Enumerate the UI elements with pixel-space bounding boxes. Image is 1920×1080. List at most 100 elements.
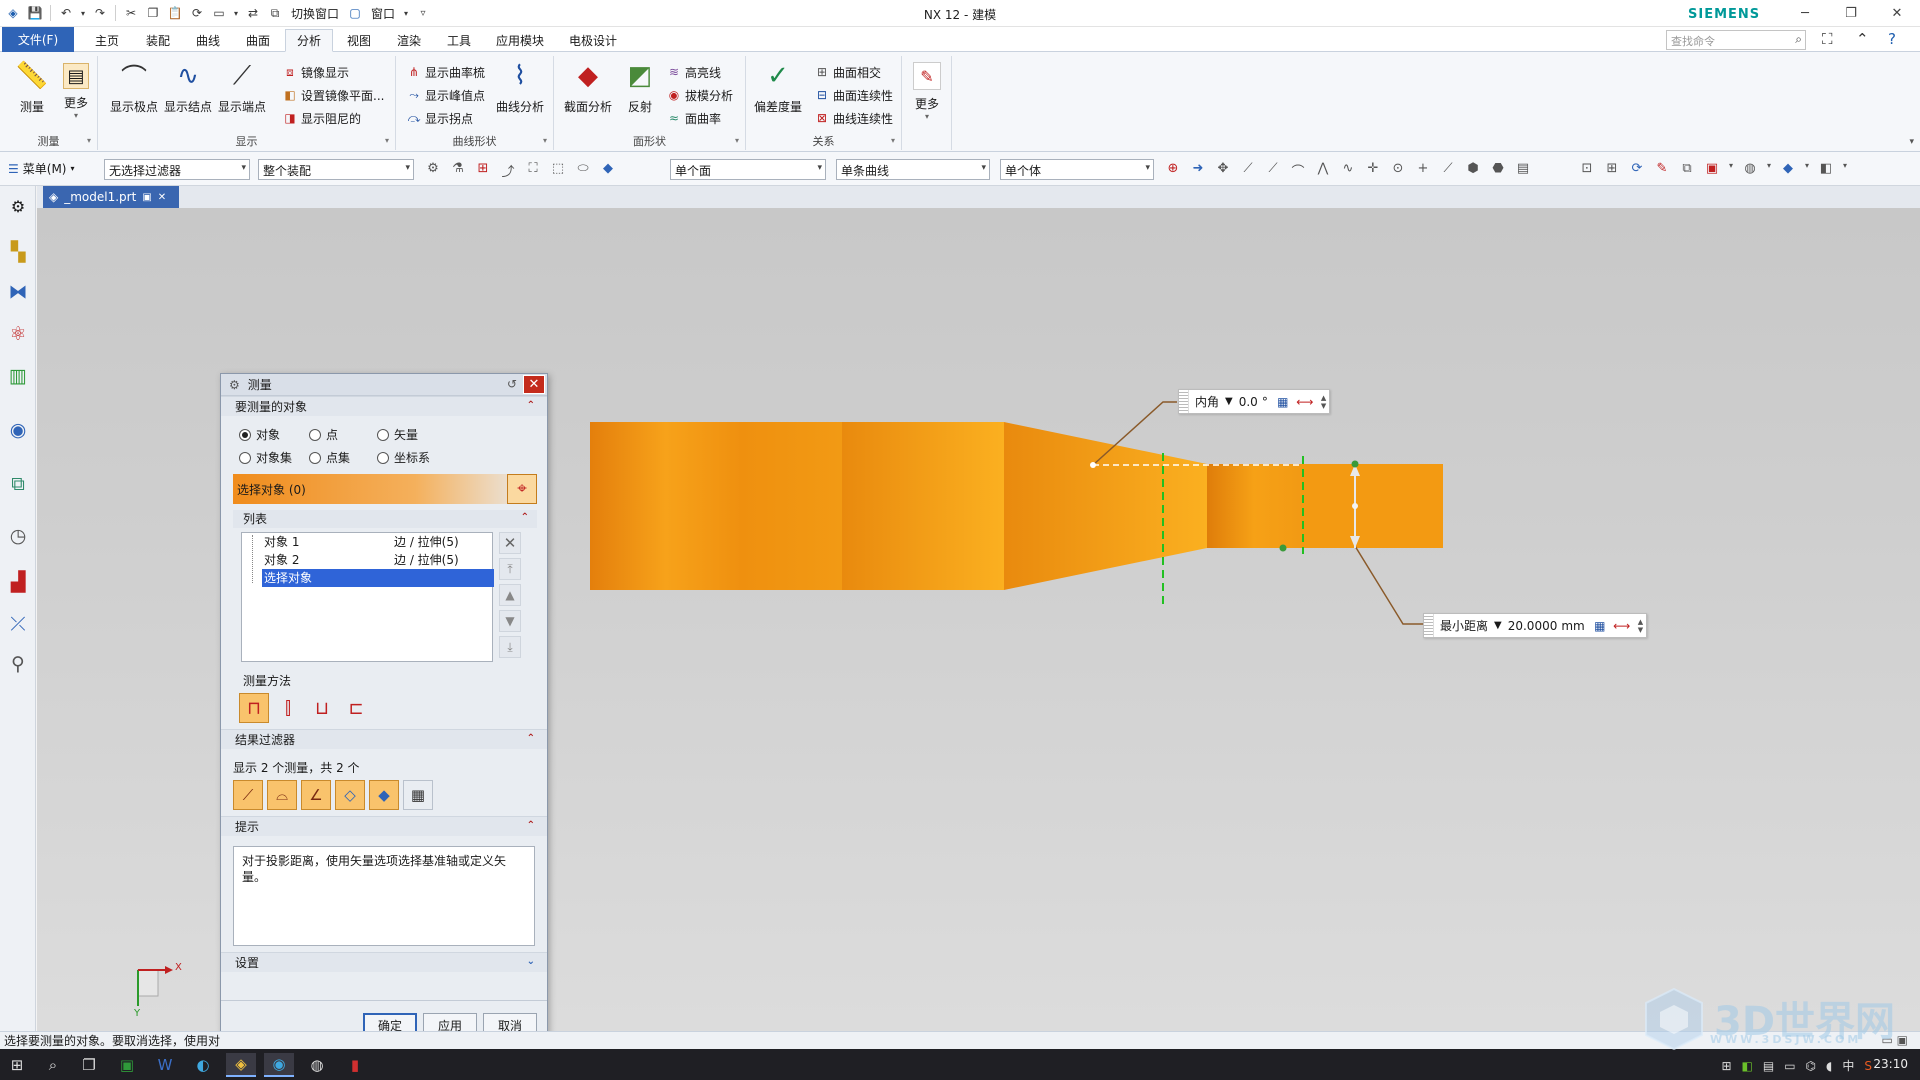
part-taper-face[interactable] — [1004, 422, 1207, 590]
window-icon[interactable]: ▢ — [346, 4, 364, 22]
history-icon[interactable]: ⧉ — [6, 470, 30, 498]
undo-icon[interactable]: ↶ — [57, 4, 75, 22]
word-icon[interactable]: W — [150, 1053, 180, 1077]
part-small-face[interactable] — [1207, 464, 1301, 548]
show-knots-button[interactable]: ∿ 显示结点 — [164, 59, 212, 115]
window-menu-button[interactable]: 窗口 — [368, 5, 398, 22]
pan-icon[interactable]: ✎ — [1653, 161, 1671, 176]
associative-icon[interactable]: ▦ — [1274, 393, 1292, 411]
clock-icon[interactable]: ◷ — [6, 522, 30, 550]
part-navigator-icon[interactable]: ⚛ — [6, 320, 30, 348]
objects-section-header[interactable]: 要测量的对象 ⌃ — [221, 396, 547, 416]
close-icon[interactable]: ✕ — [523, 375, 545, 394]
command-search-input[interactable]: 查找命令 ⌕ — [1666, 30, 1806, 50]
copy-icon[interactable]: ❐ — [144, 4, 162, 22]
tab-view[interactable]: 视图 — [336, 29, 382, 52]
switch-window-icon[interactable]: ⧉ — [266, 4, 284, 22]
distance-method-icon[interactable]: ⊓ — [239, 693, 269, 723]
part-transition-face[interactable] — [842, 422, 1004, 590]
tab-surface[interactable]: 曲面 — [235, 29, 281, 52]
spline-point-icon[interactable]: ∿ — [1339, 161, 1357, 180]
fit-icon[interactable]: ⊡ — [1578, 161, 1596, 176]
render-style-icon[interactable]: ▣ — [1703, 161, 1721, 176]
endpoint-icon[interactable]: ⟋ — [1264, 161, 1282, 180]
layer-dropdown-icon[interactable]: ▾ — [1842, 161, 1848, 176]
tab-render[interactable]: 渲染 — [386, 29, 432, 52]
crosshair-icon[interactable]: ⌖ — [507, 474, 537, 504]
angle-dimension-label[interactable]: 内角 ▼ 0.0 ° ▦ ⟷ ▲ ▼ — [1178, 389, 1331, 414]
radio-object[interactable]: 对象 — [239, 426, 309, 443]
tab-tools[interactable]: 工具 — [436, 29, 482, 52]
dialog-title-bar[interactable]: ⚙ 测量 ↺ ✕ — [221, 374, 547, 396]
measure-icon[interactable]: ⟷ — [1613, 617, 1631, 635]
show-peaks-button[interactable]: ⤳ 显示峰值点 — [406, 85, 485, 105]
app-icon[interactable]: ◍ — [302, 1053, 332, 1077]
intersection-icon[interactable]: ✛ — [1364, 161, 1382, 180]
switch-window-button[interactable]: 切换窗口 — [288, 5, 342, 22]
close-tab-icon[interactable]: ✕ — [158, 192, 166, 203]
feature-select-icon[interactable]: ⛶ — [524, 161, 542, 180]
swap-window-icon[interactable]: ⇄ — [244, 4, 262, 22]
clock[interactable]: 23:10 — [1873, 1057, 1908, 1071]
restore-icon[interactable]: ❐ — [1828, 0, 1874, 27]
search-icon[interactable]: ⌕ — [38, 1053, 68, 1077]
network-icon[interactable]: ⌬ — [1806, 1059, 1816, 1073]
shaded-icon[interactable]: ◆ — [1779, 161, 1797, 176]
set-mirror-plane-button[interactable]: ◧ 设置镜像平面... — [282, 85, 384, 105]
lasso-icon[interactable]: ⬭ — [574, 161, 592, 180]
distance-filter-icon[interactable]: ⟋ — [233, 780, 263, 810]
on-face-icon[interactable]: ⬢ — [1464, 161, 1482, 180]
tray-icon[interactable]: ⊞ — [1721, 1059, 1731, 1073]
render-dropdown-icon[interactable]: ▾ — [1728, 161, 1734, 176]
face-continuity-button[interactable]: ⊟ 曲面连续性 — [814, 85, 893, 105]
tab-file[interactable]: 文件(F) — [2, 27, 74, 52]
curve-analysis-button[interactable]: ⌇ 曲线分析 — [496, 59, 544, 115]
on-curve-icon[interactable]: ⟋ — [1439, 161, 1457, 180]
part-block-face[interactable] — [590, 422, 842, 590]
move-top-icon[interactable]: ⤒ — [499, 558, 521, 580]
cut-icon[interactable]: ✂ — [122, 4, 140, 22]
tab-electrode-design[interactable]: 电极设计 — [558, 29, 628, 52]
help-icon[interactable]: ? — [1888, 30, 1896, 48]
type-filter-select[interactable]: 无选择过滤器 ▾ — [104, 159, 250, 180]
terminal-icon[interactable]: ▮ — [340, 1053, 370, 1077]
hint-section-header[interactable]: 提示 ⌃ — [221, 816, 547, 836]
curve-rule-select[interactable]: 单条曲线 ▾ — [836, 159, 990, 180]
measure-icon[interactable]: ⟷ — [1296, 393, 1314, 411]
drag-handle[interactable] — [1424, 614, 1434, 637]
projected-distance-icon[interactable]: ⫿ — [273, 693, 303, 723]
minimize-icon[interactable]: ─ — [1782, 0, 1828, 27]
document-tab[interactable]: ◈ _model1.prt ▣ ✕ — [43, 186, 179, 208]
arrow-icon[interactable]: ➜ — [1189, 161, 1207, 180]
add-icon[interactable]: ⤴ — [499, 161, 517, 180]
rectangle-select-icon[interactable]: ⬚ — [549, 161, 567, 180]
line-icon[interactable]: ⟋ — [1239, 161, 1257, 180]
radio-point[interactable]: 点 — [309, 426, 377, 443]
spinner-icon[interactable]: ▲ ▼ — [1635, 618, 1646, 634]
reuse-library-icon[interactable]: ▥ — [6, 362, 30, 390]
search-icon[interactable]: ⌕ — [1795, 32, 1802, 47]
face-curvature-button[interactable]: ≈ 面曲率 — [666, 108, 721, 128]
view-triad-icon[interactable]: ◍ — [1741, 161, 1759, 176]
zoom-icon[interactable]: ⊞ — [1603, 161, 1621, 176]
move-up-icon[interactable]: ▲ — [499, 584, 521, 606]
qq-icon[interactable]: ◉ — [264, 1053, 294, 1077]
snap-enable-icon[interactable]: ⊕ — [1164, 161, 1182, 180]
measure-button[interactable]: 📏 测量 — [8, 59, 56, 115]
nvidia-icon[interactable]: ◧ — [1742, 1059, 1753, 1073]
tab-applications[interactable]: 应用模块 — [485, 29, 555, 52]
full-screen-icon[interactable]: ⛶ — [1822, 30, 1833, 48]
draft-analysis-button[interactable]: ◉ 拔模分析 — [666, 85, 733, 105]
radio-csys[interactable]: 坐标系 — [377, 449, 467, 466]
show-poles-button[interactable]: ⌒ 显示极点 — [110, 59, 158, 115]
minimize-ribbon-icon[interactable]: ⌃ — [1856, 30, 1869, 48]
nx-logo-icon[interactable]: ◈ — [4, 4, 22, 22]
distance-dimension-label[interactable]: 最小距离 ▼ 20.0000 mm ▦ ⟷ ▲ ▼ — [1423, 613, 1648, 638]
curve-continuity-button[interactable]: ⊠ 曲线连续性 — [814, 108, 893, 128]
settings-icon[interactable]: ⚙ — [6, 192, 30, 220]
radio-vector[interactable]: 矢量 — [377, 426, 467, 443]
filter-icon[interactable]: ⚗ — [449, 161, 467, 180]
touch-dropdown-icon[interactable]: ▾ — [232, 4, 240, 22]
drag-handle[interactable] — [1179, 390, 1189, 413]
tab-assembly[interactable]: 装配 — [135, 29, 181, 52]
